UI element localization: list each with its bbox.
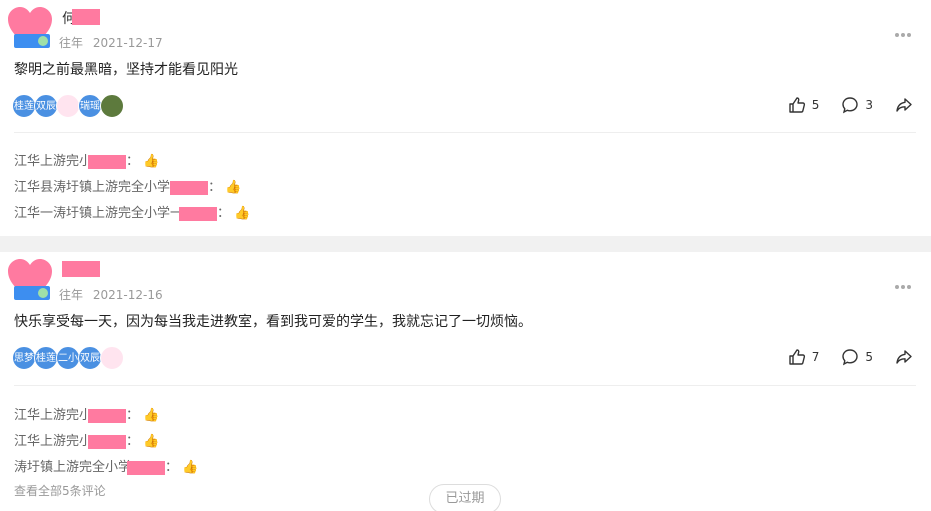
post-content: 快乐享受每一天，因为每当我走进教室，看到我可爱的学生，我就忘记了一切烦恼。 <box>14 314 532 330</box>
like-count: 5 <box>811 98 820 112</box>
redacted-mask <box>88 434 127 449</box>
redacted-mask <box>127 460 166 475</box>
comment-count: 5 <box>865 350 873 364</box>
redacted-mask <box>179 206 218 221</box>
thumbs-up-icon <box>789 97 805 113</box>
author-name[interactable]: 何 <box>62 8 100 27</box>
avatar[interactable]: 桂莲 <box>12 94 36 118</box>
comment-row: 江华上游完小： 👍 <box>14 434 160 449</box>
comment-row: 江华上游完小： 👍 <box>14 154 160 169</box>
avatar[interactable]: 双辰 <box>34 94 58 118</box>
avatar[interactable] <box>100 346 124 370</box>
share-button[interactable] <box>895 348 919 366</box>
share-icon <box>896 350 912 364</box>
post-card: 何 往年 2021-12-17 黎明之前最黑暗，坚持才能看见阳光 桂莲 双辰 瑞… <box>0 0 931 236</box>
comment-icon <box>842 97 859 114</box>
liker-avatars: 桂莲 双辰 瑞瑶 <box>12 94 124 118</box>
avatar[interactable]: 二小 <box>56 346 80 370</box>
comment-button[interactable]: 5 <box>841 348 873 366</box>
share-icon <box>896 98 912 112</box>
thumbs-up-emoji-icon: 👍 <box>225 180 242 195</box>
post-date: 2021-12-16 <box>92 288 163 302</box>
view-all-comments-link[interactable]: 查看全部5条评论 <box>14 482 106 499</box>
redacted-mask <box>72 9 100 25</box>
divider <box>14 385 916 386</box>
redacted-mask <box>62 261 100 277</box>
tag-label: 往年 <box>59 288 84 302</box>
like-button[interactable]: 7 <box>788 348 820 366</box>
share-button[interactable] <box>895 96 919 114</box>
post-date: 2021-12-17 <box>92 36 163 50</box>
avatar[interactable]: 瑞瑶 <box>78 94 102 118</box>
post-meta: 往年 2021-12-16 <box>59 286 169 303</box>
like-count: 7 <box>811 350 820 364</box>
comment-count: 3 <box>865 98 873 112</box>
post-separator <box>0 236 931 252</box>
thumbs-up-emoji-icon: 👍 <box>143 408 160 423</box>
avatar[interactable] <box>56 94 80 118</box>
divider <box>14 132 916 133</box>
avatar[interactable]: 双辰 <box>78 346 102 370</box>
redacted-mask <box>88 154 127 169</box>
post-content: 黎明之前最黑暗，坚持才能看见阳光 <box>14 62 238 78</box>
avatar[interactable] <box>100 94 124 118</box>
comment-button[interactable]: 3 <box>841 96 873 114</box>
tag-label: 往年 <box>59 36 84 50</box>
thumbs-up-emoji-icon: 👍 <box>143 434 160 449</box>
author-name[interactable] <box>62 260 100 277</box>
comment-row: 江华一涛圩镇上游完全小学一： 👍 <box>14 206 251 221</box>
thumbs-up-emoji-icon: 👍 <box>234 206 251 221</box>
more-icon[interactable] <box>895 22 915 38</box>
badge-icon <box>14 34 50 48</box>
more-icon[interactable] <box>895 274 915 290</box>
comment-row: 江华县涛圩镇上游完全小学 ： 👍 <box>14 180 242 195</box>
comment-icon <box>842 349 859 366</box>
redacted-mask <box>170 180 209 195</box>
expired-badge: 已过期 <box>429 484 501 511</box>
comment-row: 江华上游完小： 👍 <box>14 408 160 423</box>
post-meta: 往年 2021-12-17 <box>59 34 169 51</box>
thumbs-up-emoji-icon: 👍 <box>143 154 160 169</box>
liker-avatars: 思梦 桂莲 二小 双辰 <box>12 346 124 370</box>
post-card: 往年 2021-12-16 快乐享受每一天，因为每当我走进教室，看到我可爱的学生… <box>0 252 931 511</box>
thumbs-up-icon <box>789 349 805 365</box>
avatar[interactable]: 思梦 <box>12 346 36 370</box>
badge-icon <box>14 286 50 300</box>
comment-row: 涛圩镇上游完全小学： 👍 <box>14 460 199 475</box>
redacted-mask <box>88 408 127 423</box>
post-actions: 5 3 <box>766 96 919 114</box>
like-button[interactable]: 5 <box>788 96 820 114</box>
thumbs-up-emoji-icon: 👍 <box>182 460 199 475</box>
post-actions: 7 5 <box>766 348 919 366</box>
avatar[interactable]: 桂莲 <box>34 346 58 370</box>
